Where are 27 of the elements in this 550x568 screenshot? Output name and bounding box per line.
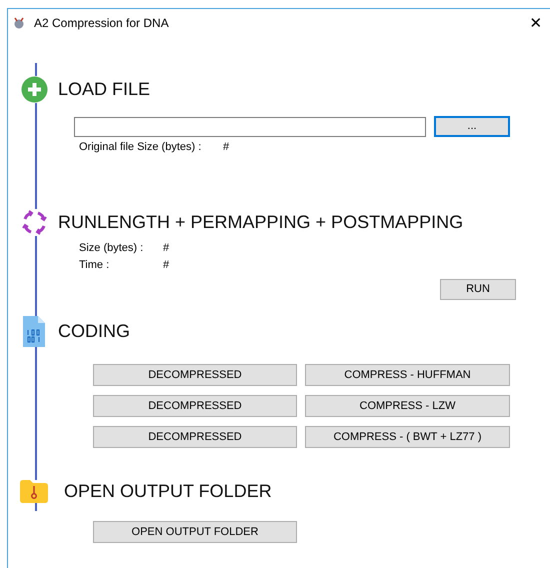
compress-button[interactable]: COMPRESS - HUFFMAN	[305, 364, 510, 386]
browse-button[interactable]: ...	[434, 116, 510, 137]
plus-icon	[20, 76, 48, 103]
window-title: A2 Compression for DNA	[34, 15, 169, 32]
compress-button[interactable]: COMPRESS - ( BWT + LZ77 )	[305, 426, 510, 448]
decompress-button[interactable]: DECOMPRESSED	[93, 395, 297, 417]
section-heading: LOAD FILE	[58, 78, 150, 101]
close-button[interactable]: ✕	[526, 16, 546, 30]
run-button[interactable]: RUN	[440, 279, 516, 300]
compress-button[interactable]: COMPRESS - LZW	[305, 395, 510, 417]
cycle-arrows-icon	[20, 209, 48, 236]
info-label: Time :	[79, 258, 110, 274]
decompress-button[interactable]: DECOMPRESSED	[93, 364, 297, 386]
section-heading: RUNLENGTH + PERMAPPING + POSTMAPPING	[58, 211, 464, 234]
info-label: Size (bytes) :	[79, 241, 144, 256]
binary-file-icon	[23, 316, 45, 347]
section-heading: CODING	[58, 320, 130, 343]
info-value: #	[223, 140, 230, 156]
section-heading: OPEN OUTPUT FOLDER	[64, 480, 272, 503]
info-label: Original file Size (bytes) :	[79, 140, 202, 156]
file-path-field[interactable]	[74, 116, 426, 136]
info-value: #	[163, 241, 170, 256]
info-value: #	[163, 258, 170, 274]
zip-folder-icon	[20, 480, 48, 503]
open-folder-button[interactable]: OPEN OUTPUT FOLDER	[93, 521, 297, 543]
decompress-button[interactable]: DECOMPRESSED	[93, 426, 297, 448]
app-icon	[14, 17, 24, 29]
